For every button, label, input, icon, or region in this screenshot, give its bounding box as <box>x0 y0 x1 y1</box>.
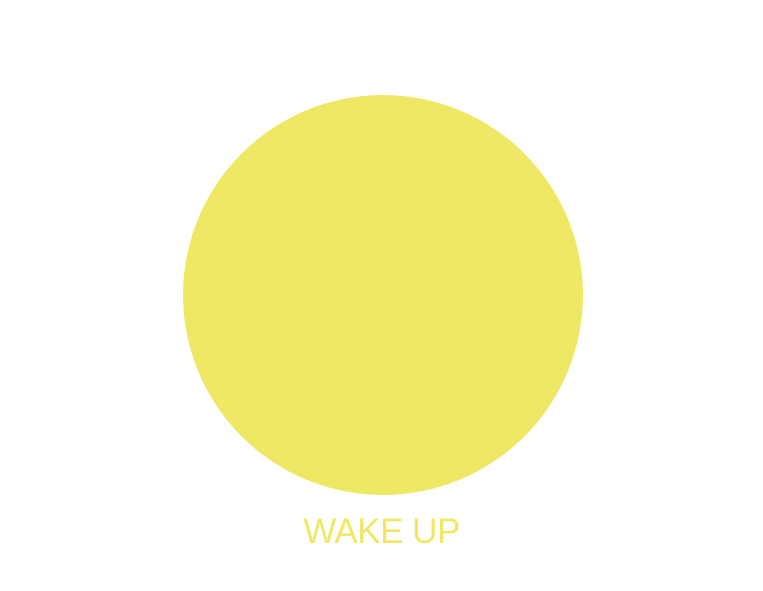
wake-up-label[interactable]: WAKE UP <box>0 512 763 552</box>
wake-up-circle-button[interactable] <box>183 95 583 495</box>
